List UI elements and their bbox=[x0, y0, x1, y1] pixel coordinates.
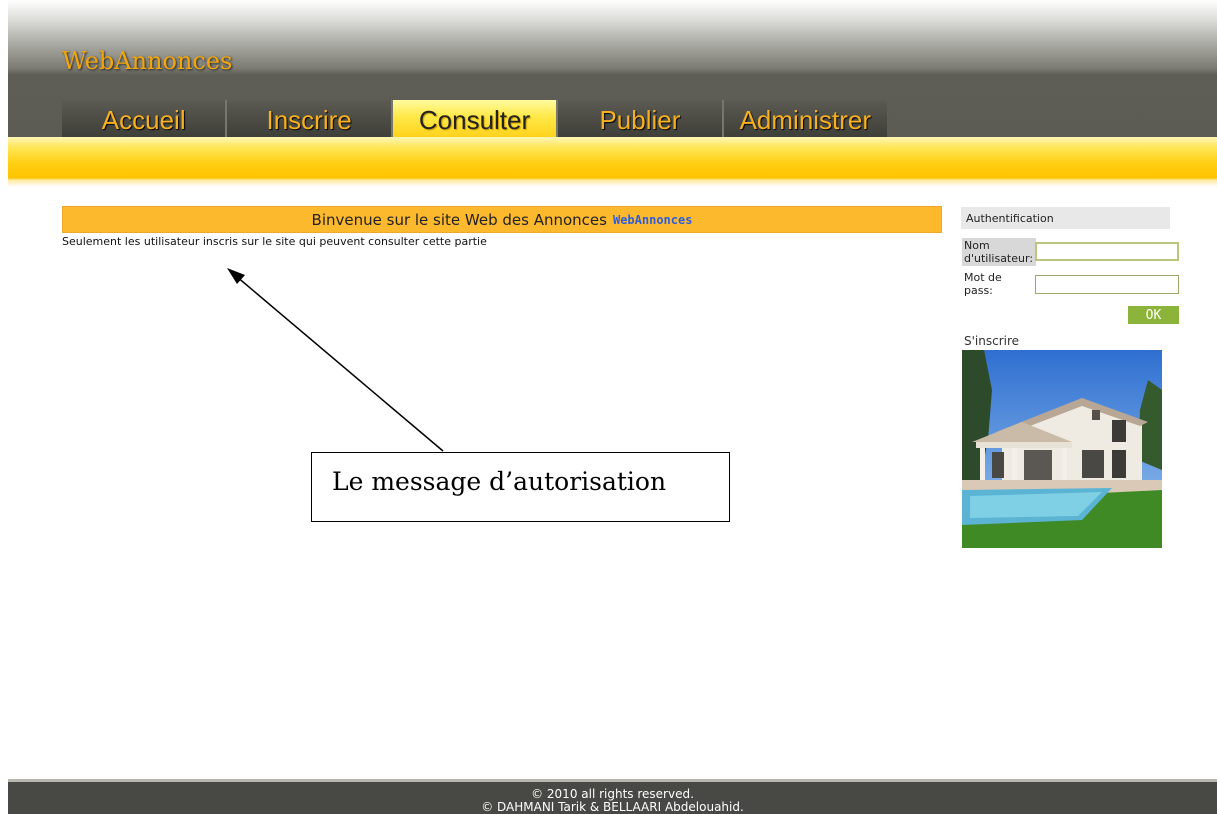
username-label: Nom d'utilisateur: bbox=[962, 238, 1036, 266]
site-footer: © 2010 all rights reserved. © DAHMANI Ta… bbox=[8, 779, 1217, 814]
ok-button[interactable]: OK bbox=[1128, 306, 1179, 324]
username-label-line1: Nom bbox=[964, 239, 990, 252]
annotation-callout-box: Le message d’autorisation bbox=[311, 452, 730, 522]
arrow-line bbox=[235, 275, 444, 452]
password-label-line1: Mot de bbox=[964, 271, 1002, 284]
password-input[interactable] bbox=[1035, 275, 1179, 294]
auth-title-text: Authentification bbox=[966, 211, 1054, 225]
house-photo bbox=[962, 350, 1162, 548]
signup-link[interactable]: S'inscrire bbox=[964, 334, 1019, 348]
password-label: Mot de pass: bbox=[964, 271, 1032, 297]
username-input[interactable] bbox=[1035, 242, 1179, 261]
password-label-line2: pass: bbox=[964, 284, 993, 297]
footer-authors: © DAHMANI Tarik & BELLAARI Abdelouahid. bbox=[481, 800, 744, 814]
callout-text: Le message d’autorisation bbox=[332, 467, 667, 496]
username-label-line2: d'utilisateur: bbox=[964, 252, 1034, 265]
auth-panel-title: Authentification bbox=[961, 207, 1170, 229]
